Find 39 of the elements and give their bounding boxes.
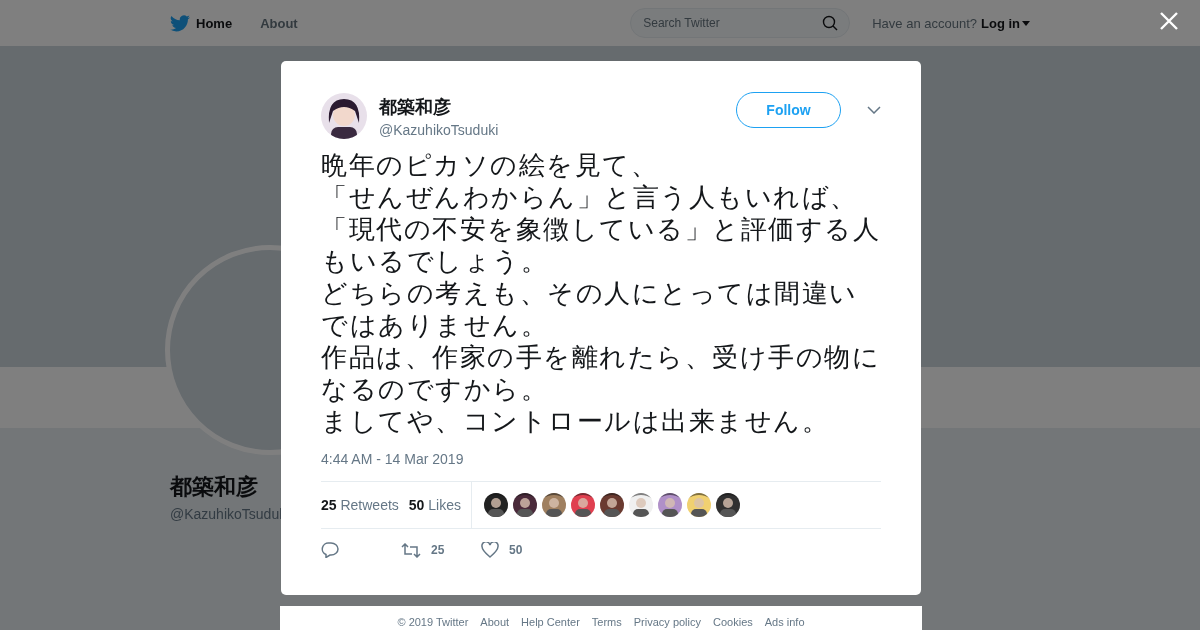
search-field[interactable]: Search Twitter (630, 8, 851, 38)
footer-link[interactable]: Help Center (521, 616, 580, 629)
chevron-down-icon[interactable] (867, 106, 881, 114)
login-link[interactable]: Log in (981, 15, 1030, 31)
close-icon (1160, 12, 1178, 30)
caret-icon (1022, 20, 1030, 26)
tweet-text-line: もいるでしょう。 (321, 245, 549, 277)
footer-link[interactable]: Terms (591, 616, 622, 629)
bird-icon (170, 14, 190, 32)
stat-link[interactable]: 25 Retweets (321, 497, 399, 513)
heart-icon (481, 542, 499, 558)
like-button[interactable]: 50 (481, 542, 561, 558)
footer-link[interactable]: Ads info (764, 616, 805, 629)
profile-handle: @KazuhikoTsudul (170, 506, 284, 522)
tweet-text-line: 「現代の不安を象徴している」と評価する人 (321, 213, 881, 245)
account-prompt: Have an account? (872, 15, 977, 31)
tweet-text-line: ではありません。 (321, 309, 549, 341)
nav-link[interactable]: Home (170, 14, 233, 32)
nav-link[interactable]: About (260, 15, 298, 31)
reply-icon (321, 542, 339, 558)
search-icon (822, 15, 839, 31)
retweet-button[interactable]: 25 (401, 542, 481, 558)
tweet-text-line: ましてや、コントロールは出来ません。 (321, 405, 830, 437)
profile-name: 都築和彦 (170, 473, 259, 501)
footer-link[interactable]: Privacy policy (633, 616, 701, 629)
retweet-icon (401, 542, 421, 558)
footer-link[interactable]: About (480, 616, 510, 629)
author-name: 都築和彦 (379, 95, 452, 119)
tweet-text-line: なるのですから。 (321, 373, 549, 405)
tweet-text-line: どちらの考えも、その人にとっては間違い (321, 277, 859, 309)
tweet-text-line: 晩年のピカソの絵を見て、 (321, 149, 659, 181)
stat-link[interactable]: 50 Likes (408, 497, 461, 513)
tweet-text-line: 作品は、作家の手を離れたら、受け手の物に (321, 341, 881, 373)
footer-link[interactable]: © 2019 Twitter (397, 616, 469, 629)
tweet-timestamp: 4:44 AM - 14 Mar 2019 (321, 451, 465, 467)
follow-button[interactable]: Follow (736, 92, 841, 128)
footer-link[interactable]: Cookies (713, 616, 753, 629)
tweet-text-line: 「せんぜんわからん」と言う人もいれば、 (321, 181, 859, 213)
author-handle: @KazuhikoTsuduki (379, 121, 500, 138)
